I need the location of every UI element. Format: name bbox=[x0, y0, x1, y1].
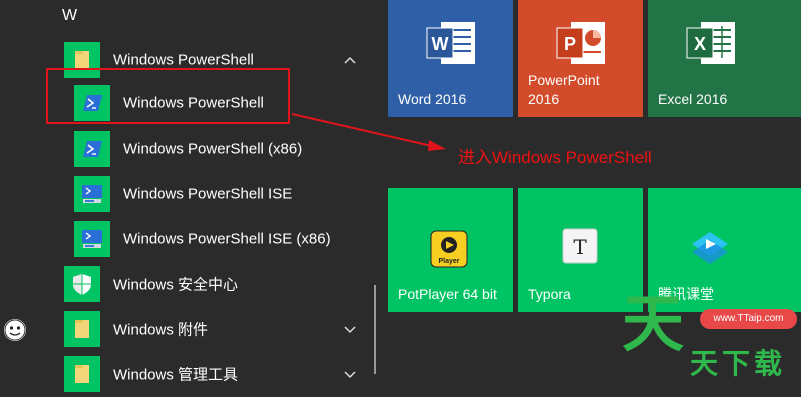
tile-label: Excel 2016 bbox=[658, 91, 728, 107]
tile-potplayer[interactable]: Player PotPlayer 64 bit bbox=[388, 188, 513, 312]
watermark-logo-big: 天 bbox=[622, 290, 685, 359]
tencent-classroom-icon bbox=[692, 232, 728, 264]
tile-label: Typora bbox=[528, 286, 571, 302]
svg-text:W: W bbox=[432, 34, 449, 54]
tile-label-line2: 2016 bbox=[528, 91, 560, 107]
typora-icon: T bbox=[562, 228, 598, 264]
potplayer-icon: Player bbox=[430, 230, 468, 268]
tile-excel-2016[interactable]: X Excel 2016 bbox=[648, 0, 801, 117]
svg-text:X: X bbox=[694, 34, 706, 54]
svg-text:Player: Player bbox=[438, 258, 459, 265]
watermark-badge: www.TTaip.com bbox=[700, 309, 797, 329]
watermark-logo-text: 天下载 bbox=[690, 348, 787, 379]
tile-label: Word 2016 bbox=[398, 91, 467, 107]
powerpoint-icon: P bbox=[556, 22, 605, 64]
annotation-text: 进入Windows PowerShell bbox=[458, 148, 652, 167]
tile-powerpoint-2016[interactable]: P PowerPoint 2016 bbox=[518, 0, 643, 117]
tile-word-2016[interactable]: W Word 2016 bbox=[388, 0, 513, 117]
tile-label-line1: PowerPoint bbox=[528, 72, 600, 88]
excel-icon: X bbox=[686, 22, 735, 64]
tile-label: PotPlayer 64 bit bbox=[398, 286, 497, 302]
tile-label: PowerPoint 2016 bbox=[528, 71, 600, 109]
word-icon: W bbox=[426, 22, 475, 64]
svg-text:P: P bbox=[564, 34, 576, 54]
svg-text:T: T bbox=[573, 235, 587, 259]
